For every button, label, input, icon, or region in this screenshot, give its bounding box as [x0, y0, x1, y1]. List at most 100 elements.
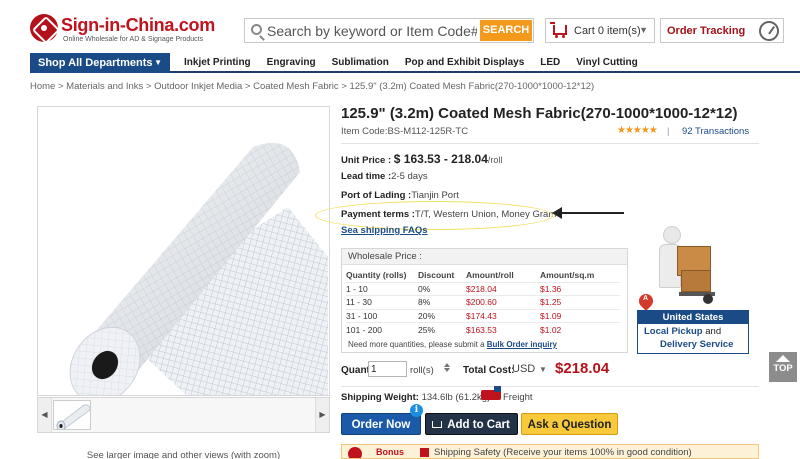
- add-to-cart-button[interactable]: Add to Cart: [425, 413, 518, 435]
- unit-price-unit: /roll: [487, 155, 503, 165]
- gallery-caption[interactable]: See larger image and other views (with z…: [37, 450, 330, 459]
- divider: [341, 143, 759, 144]
- local-pickup-label: Local Pickup: [644, 326, 703, 337]
- delivery-service-badge[interactable]: A United States Local Pickup and Deliver…: [636, 224, 749, 354]
- table-cell: 1 - 10: [346, 281, 418, 296]
- shipping-weight-row: Shipping Weight: 134.6lb (61.2kg): [341, 392, 490, 403]
- column-header: Amount/roll: [466, 270, 514, 281]
- table-cell: $1.25: [540, 295, 620, 309]
- info-icon[interactable]: i: [410, 404, 423, 417]
- cart-icon: [550, 22, 567, 38]
- chevron-down-icon[interactable]: ▼: [539, 365, 547, 374]
- bonus-banner: Bonus Shipping Safety (Receive your item…: [341, 444, 759, 459]
- port-value: Tianjin Port: [411, 190, 459, 201]
- bonus-label: Bonus: [376, 447, 404, 457]
- table-cell: $200.60: [466, 295, 540, 309]
- table-cell: 20%: [418, 308, 466, 323]
- search-box: SEARCH: [244, 18, 534, 43]
- unit-price-value: $ 163.53 - 218.04: [393, 152, 488, 166]
- quantity-stepper[interactable]: [443, 362, 451, 376]
- search-button[interactable]: SEARCH: [480, 20, 532, 41]
- order-tracking-label: Order Tracking: [667, 25, 746, 37]
- table-cell: 31 - 100: [346, 308, 418, 323]
- table-cell: $218.04: [466, 281, 540, 296]
- total-cost-label: Total Cost:: [463, 365, 515, 376]
- delivery-card: United States Local Pickup and Delivery …: [637, 310, 749, 354]
- annotation-arrow-icon: [552, 207, 562, 219]
- table-row: 11 - 30 8% $200.60 $1.25: [346, 295, 620, 309]
- table-row: 1 - 10 0% $218.04 $1.36: [346, 281, 620, 296]
- map-pin-label: A: [643, 295, 649, 302]
- column-header: Quantity (rolls): [346, 270, 407, 281]
- quantity-input[interactable]: [368, 361, 407, 377]
- nav-item-led[interactable]: LED: [532, 53, 568, 73]
- column-header: Discount: [418, 270, 455, 281]
- shipping-weight-label: Shipping Weight:: [341, 392, 419, 403]
- back-to-top-button[interactable]: TOP: [769, 352, 797, 382]
- add-to-cart-label: Add to Cart: [447, 419, 510, 431]
- delivery-line-2: Delivery Service: [660, 339, 734, 350]
- table-cell: $1.09: [540, 308, 620, 323]
- thumbnail-strip: ◀ ▶: [37, 397, 330, 433]
- bonus-badge-icon: [348, 447, 362, 458]
- bulk-order-inquiry-link[interactable]: Bulk Order inquiry: [487, 340, 557, 349]
- nav-item-vinyl-cutting[interactable]: Vinyl Cutting: [568, 53, 645, 73]
- nav-item-inkjet-printing[interactable]: Inkjet Printing: [176, 53, 259, 73]
- table-cell: 101 - 200: [346, 322, 418, 336]
- column-header: Amount/sq.m: [540, 270, 595, 281]
- nav-item-engraving[interactable]: Engraving: [259, 53, 324, 73]
- ask-question-button[interactable]: Ask a Question: [521, 413, 618, 435]
- port-label: Port of Lading :: [341, 190, 412, 201]
- lead-time-row: Lead time :2-5 days: [341, 171, 428, 182]
- shop-all-departments-label: Shop All Departments: [38, 57, 153, 69]
- product-title: 125.9" (3.2m) Coated Mesh Fabric(270-100…: [341, 105, 738, 122]
- chevron-down-icon: ▼: [639, 25, 648, 35]
- package-box-icon: [681, 270, 711, 292]
- table-cell: $1.36: [540, 281, 620, 296]
- nav-item-sublimation[interactable]: Sublimation: [324, 53, 397, 73]
- order-now-button[interactable]: Order Now: [341, 413, 421, 435]
- site-logo[interactable]: Sign-in-China.com Online Wholesale for A…: [30, 14, 220, 46]
- main-nav: Shop All Departments ▼ Inkjet Printing E…: [30, 53, 800, 73]
- product-main-image[interactable]: [37, 106, 330, 396]
- currency-select[interactable]: USD: [512, 363, 535, 375]
- wholesale-price-box: Wholesale Price : Quantity (rolls) Disco…: [341, 248, 628, 353]
- order-tracking-button[interactable]: Order Tracking: [660, 18, 784, 43]
- logo-mark-icon: [30, 14, 58, 42]
- thumbnail-prev-icon[interactable]: ◀: [38, 398, 52, 432]
- bulk-order-note: Need more quantities, please submit a Bu…: [348, 340, 557, 349]
- freight-truck-icon: [481, 386, 501, 400]
- nav-items: Inkjet Printing Engraving Sublimation Po…: [176, 53, 646, 73]
- divider: [341, 386, 759, 387]
- transactions-link[interactable]: 92 Transactions: [682, 126, 749, 137]
- shipping-weight-value: 134.6lb (61.2kg): [421, 392, 491, 403]
- table-cell: $1.02: [540, 322, 620, 336]
- table-row: 101 - 200 25% $163.53 $1.02: [346, 322, 620, 336]
- mesh-fabric-roll-image: [38, 107, 329, 395]
- thumbnail-image[interactable]: [53, 400, 91, 430]
- wholesale-table: Quantity (rolls) Discount Amount/roll Am…: [346, 269, 620, 336]
- delivery-country: United States: [638, 311, 748, 324]
- bonus-text: Shipping Safety (Receive your items 100%…: [434, 447, 692, 458]
- delivery-and-label: and: [705, 326, 722, 337]
- shop-all-departments-button[interactable]: Shop All Departments ▼: [30, 53, 170, 73]
- nav-item-pop-exhibit-displays[interactable]: Pop and Exhibit Displays: [397, 53, 532, 73]
- rating-separator: |: [667, 126, 670, 137]
- table-cell: 8%: [418, 295, 466, 309]
- logo-name: Sign-in-China.com: [61, 15, 215, 35]
- chevron-down-icon: ▼: [154, 58, 162, 67]
- annotation-arrow-line: [560, 212, 624, 214]
- unit-price-label: Unit Price :: [341, 155, 392, 166]
- freight-label: Freight: [503, 392, 533, 403]
- total-cost-value: $218.04: [555, 360, 610, 377]
- sea-shipping-faqs-link[interactable]: Sea shipping FAQs: [341, 225, 428, 236]
- breadcrumb[interactable]: Home > Materials and Inks > Outdoor Inkj…: [30, 81, 594, 92]
- table-row: 31 - 100 20% $174.43 $1.09: [346, 308, 620, 323]
- table-header-row: Quantity (rolls) Discount Amount/roll Am…: [346, 269, 620, 282]
- thumbnail-next-icon[interactable]: ▶: [315, 398, 329, 432]
- bulk-order-note-text: Need more quantities, please submit a: [348, 340, 485, 349]
- search-input[interactable]: [267, 21, 477, 40]
- cart-button[interactable]: Cart 0 item(s) ▼: [545, 18, 655, 43]
- table-cell: 0%: [418, 281, 466, 296]
- checkbox-icon: [420, 448, 429, 457]
